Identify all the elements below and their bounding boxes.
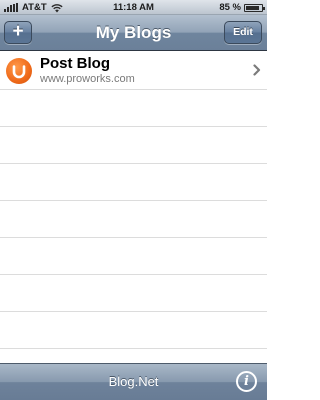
blog-list-item[interactable]: Post Blog www.proworks.com — [0, 51, 267, 90]
add-blog-button[interactable]: + — [4, 21, 32, 44]
status-right: 85 % — [219, 1, 265, 14]
status-bar: AT&T 11:18 AM 85 % — [0, 0, 267, 15]
battery-level — [246, 5, 259, 10]
blog-title: Post Blog — [40, 55, 110, 72]
battery-percent: 85 % — [219, 2, 241, 13]
app-name: Blog.Net — [108, 374, 159, 389]
blog-logo-icon — [6, 58, 32, 84]
blog-list: Post Blog www.proworks.com — [0, 51, 267, 363]
chevron-right-icon — [253, 64, 261, 76]
blog-url: www.proworks.com — [40, 73, 135, 85]
nav-bar: + My Blogs Edit — [0, 15, 267, 51]
page-title: My Blogs — [95, 23, 172, 42]
edit-button[interactable]: Edit — [224, 21, 262, 44]
bottom-toolbar: Blog.Net i — [0, 363, 267, 400]
battery-icon — [244, 3, 265, 12]
info-icon[interactable]: i — [236, 371, 257, 392]
